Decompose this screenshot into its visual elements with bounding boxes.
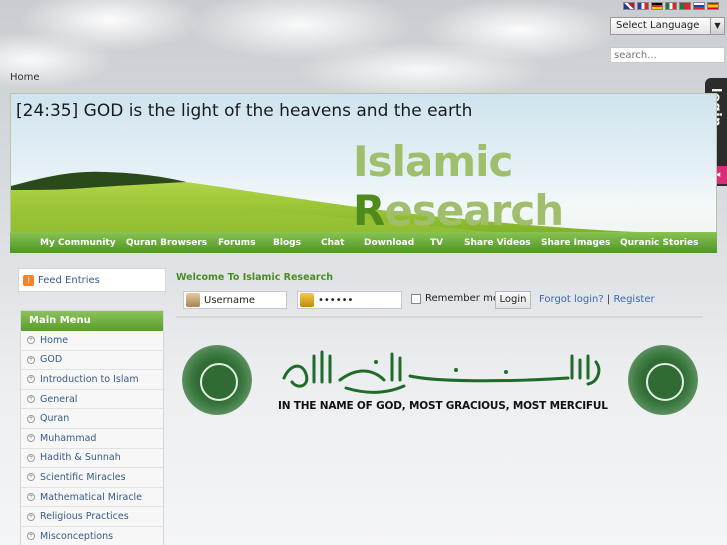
menu-item-label: Mathematical Miracle	[40, 491, 143, 503]
nav-item-chat[interactable]: Chat	[321, 238, 344, 248]
plus-icon: +	[27, 395, 35, 404]
menu-item-label: Home	[40, 334, 69, 346]
language-select-value: Select Language	[616, 20, 700, 31]
flag-es-icon[interactable]	[707, 2, 719, 10]
register-link[interactable]: Register	[613, 294, 654, 305]
menu-item-religious[interactable]: + Religious Practices	[21, 507, 163, 527]
menu-item-mathematical[interactable]: + Mathematical Miracle	[21, 487, 163, 508]
main-menu: Main Menu + Home + GOD + Introduction to Is…	[20, 310, 164, 545]
remember-checkbox[interactable]	[411, 293, 421, 304]
flag-uk-icon[interactable]	[623, 2, 635, 10]
menu-item-label: Misconceptions	[40, 530, 114, 542]
remember-me[interactable]: Remember me	[411, 293, 499, 304]
menu-item-intro-islam[interactable]: + Introduction to Islam	[21, 370, 163, 390]
breadcrumb[interactable]: Home	[10, 72, 40, 83]
login-button[interactable]: Login	[495, 291, 531, 309]
plus-icon: +	[27, 375, 35, 384]
menu-item-god[interactable]: + GOD	[21, 350, 163, 371]
bismillah-calligraphy-icon	[282, 350, 601, 394]
flag-fr-icon[interactable]	[637, 2, 649, 10]
plus-icon: +	[27, 414, 35, 423]
menu-item-scientific[interactable]: + Scientific Miracles	[21, 468, 163, 488]
plus-icon: +	[27, 434, 35, 443]
user-icon	[186, 293, 200, 307]
menu-item-label: General	[40, 393, 78, 405]
menu-item-quran[interactable]: + Quran	[21, 409, 163, 429]
header-banner: [24:35] GOD is the light of the heavens …	[10, 93, 717, 253]
menu-item-home[interactable]: + Home	[21, 331, 163, 351]
nav-item-share-videos[interactable]: Share Videos	[464, 238, 531, 248]
nav-item-blogs[interactable]: Blogs	[273, 238, 301, 248]
flag-pt-icon[interactable]	[679, 2, 691, 10]
menu-item-label: Scientific Miracles	[40, 471, 126, 483]
menu-item-label: Quran	[40, 413, 70, 425]
main-nav: My Community Quran Browsers Forums Blogs…	[10, 232, 717, 253]
bismillah-caption: IN THE NAME OF GOD, MOST GRACIOUS, MOST …	[278, 400, 608, 412]
allah-emblem-right-icon	[628, 345, 698, 415]
plus-icon: +	[27, 512, 35, 521]
forgot-login-link[interactable]: Forgot login?	[539, 294, 604, 305]
nav-item-my-community[interactable]: My Community	[40, 238, 116, 248]
plus-icon: +	[27, 355, 35, 364]
feed-entries-link[interactable]: Feed Entries	[38, 275, 100, 286]
search-input[interactable]	[610, 47, 725, 63]
flag-it-icon[interactable]	[665, 2, 677, 10]
verse-text: [24:35] GOD is the light of the heavens …	[16, 101, 473, 121]
remember-label: Remember me	[425, 293, 499, 304]
nav-item-quran-browsers[interactable]: Quran Browsers	[126, 238, 207, 248]
plus-icon: +	[27, 453, 35, 462]
plus-icon: +	[27, 336, 35, 345]
chevron-down-icon: ▼	[710, 18, 724, 34]
menu-item-label: Religious Practices	[40, 511, 129, 523]
flag-ru-icon[interactable]	[693, 2, 705, 10]
content-divider	[176, 316, 703, 318]
username-value: Username	[204, 294, 255, 306]
nav-item-forums[interactable]: Forums	[218, 238, 256, 248]
password-value: ••••••	[318, 294, 354, 306]
nav-item-share-images[interactable]: Share Images	[541, 238, 610, 248]
menu-item-label: Introduction to Islam	[40, 373, 139, 385]
nav-item-tv[interactable]: TV	[430, 238, 443, 248]
logo-part-3: esearch	[384, 186, 564, 235]
menu-item-label: Hadith & Sunnah	[40, 452, 121, 464]
menu-item-general[interactable]: + General	[21, 389, 163, 410]
logo-part-2: R	[353, 186, 385, 235]
allah-emblem-left-icon	[182, 345, 252, 415]
feed-entries-box[interactable]: ) Feed Entries	[18, 268, 166, 292]
language-select[interactable]: Select Language ▼	[610, 17, 725, 35]
lock-icon	[300, 293, 314, 307]
login-form: Username •••••• Remember me Login Forgot…	[183, 291, 723, 309]
menu-item-misconceptions[interactable]: + Misconceptions	[21, 526, 163, 545]
welcome-heading: Welcome To Islamic Research	[176, 272, 333, 283]
plus-icon: +	[27, 493, 35, 502]
nav-item-download[interactable]: Download	[364, 238, 414, 248]
link-separator: |	[606, 294, 611, 305]
flag-de-icon[interactable]	[651, 2, 663, 10]
language-flags	[623, 2, 719, 10]
username-field[interactable]: Username	[183, 291, 287, 309]
logo-part-1: Islamic	[353, 137, 513, 186]
nav-item-quranic-stories[interactable]: Quranic Stories	[620, 238, 698, 248]
main-menu-title: Main Menu	[21, 311, 163, 331]
password-field[interactable]: ••••••	[297, 291, 402, 309]
menu-item-muhammad[interactable]: + Muhammad	[21, 428, 163, 449]
plus-icon: +	[27, 473, 35, 482]
menu-item-label: GOD	[40, 354, 63, 366]
site-logo-text[interactable]: Islamic Research	[353, 137, 716, 235]
menu-item-hadith[interactable]: + Hadith & Sunnah	[21, 448, 163, 469]
plus-icon: +	[27, 532, 35, 541]
account-links: Forgot login? | Register	[539, 294, 655, 305]
rss-icon: )	[23, 274, 34, 286]
menu-item-label: Muhammad	[40, 432, 97, 444]
